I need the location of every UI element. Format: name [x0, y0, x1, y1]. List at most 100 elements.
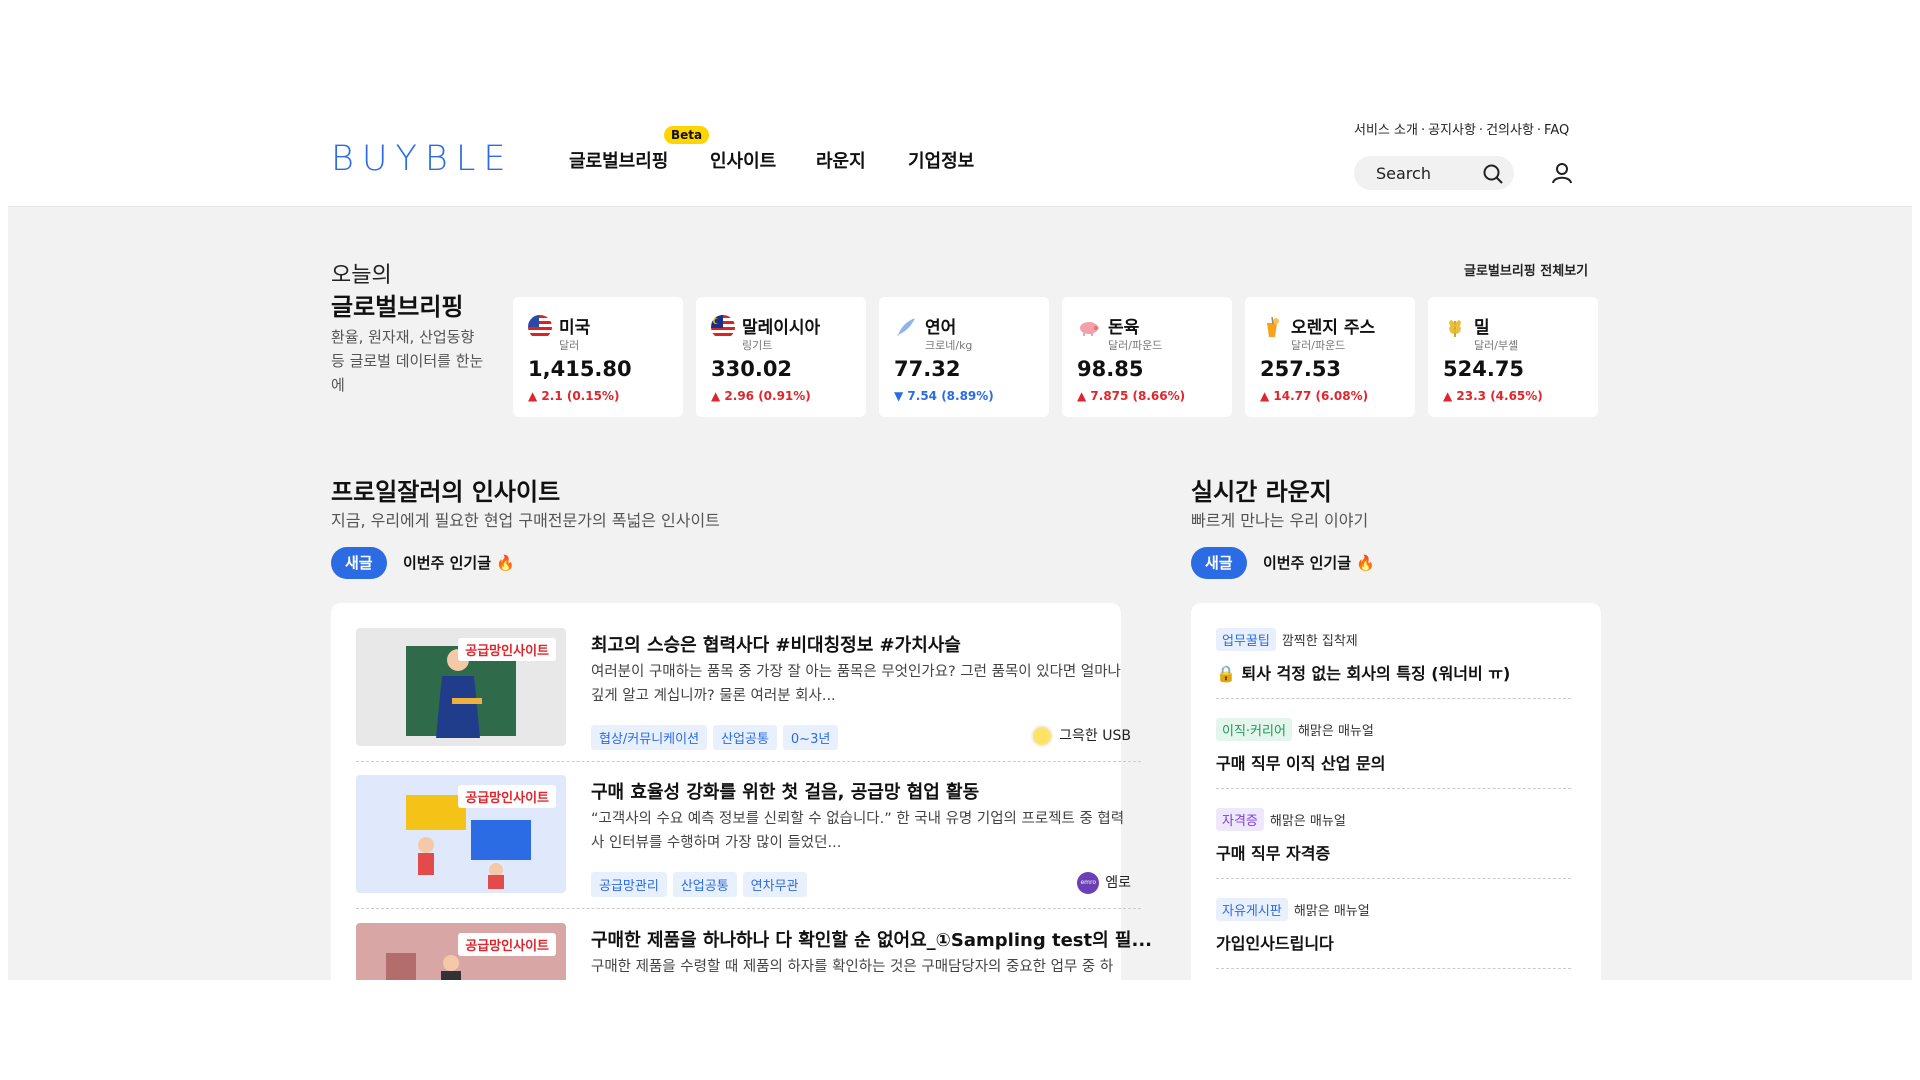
wheat-icon [1443, 315, 1467, 339]
briefing-card-usd[interactable]: 미국 달러 1,415.80 ▲ 2.1 (0.15%) [513, 297, 683, 417]
briefing-card-myr[interactable]: 말레이시아 링기트 330.02 ▲ 2.96 (0.91%) [696, 297, 866, 417]
card-change-value: 14.77 (6.08%) [1273, 389, 1369, 403]
beta-badge: Beta [664, 126, 710, 144]
post-thumbnail[interactable]: 공급망인사이트 [356, 775, 566, 893]
lounge-category[interactable]: 이직·커리어 [1216, 718, 1292, 741]
nav-lounge[interactable]: 라운지 [816, 147, 866, 173]
up-arrow-icon: ▲ [528, 389, 542, 403]
post-excerpt: 구매한 제품을 수령할 때 제품의 하자를 확인하는 것은 구매담당자의 중요한… [591, 959, 1114, 975]
link-suggestion[interactable]: 건의사항 [1486, 123, 1534, 138]
card-change: ▼ 7.54 (8.89%) [894, 389, 994, 403]
briefing-card-orange-juice[interactable]: 오렌지 주스 달러/파운드 257.53 ▲ 14.77 (6.08%) [1245, 297, 1415, 417]
briefing-hello: 오늘의 [331, 263, 392, 288]
lounge-item[interactable]: 자격증 해맑은 매뉴얼 구매 직무 자격증 [1216, 808, 1571, 898]
link-faq[interactable]: FAQ [1544, 123, 1569, 138]
post-thumbnail[interactable]: 공급망인사이트 [356, 628, 566, 746]
lounge-category[interactable]: 업무꿀팁 [1216, 628, 1276, 651]
insights-panel: 공급망인사이트 최고의 스승은 협력사다 #비대칭정보 #가치사슬 여러분이 구… [331, 603, 1152, 980]
main-content: 오늘의 글로벌브리핑 환율, 원자재, 산업동향 등 글로벌 데이터를 한눈에 … [8, 207, 1912, 980]
card-change: ▲ 2.96 (0.91%) [711, 389, 811, 403]
lounge-item[interactable]: 업무꿀팁 깜찍한 집착제 🔒 퇴사 걱정 없는 회사의 특징 (워너비 ㅠ) [1216, 628, 1571, 718]
post-author[interactable]: 그윽한 USB [1031, 725, 1131, 747]
post-title[interactable]: 구매 효율성 강화를 위한 첫 걸음, 공급망 협업 활동 [591, 778, 979, 804]
lounge-item-header: 자격증 해맑은 매뉴얼 [1216, 808, 1346, 831]
divider [356, 908, 1141, 909]
post-tag[interactable]: 협상/커뮤니케이션 [591, 725, 708, 750]
lounge-category[interactable]: 자격증 [1216, 808, 1264, 831]
up-arrow-icon: ▲ [1077, 389, 1091, 403]
post-title[interactable]: 최고의 스승은 협력사다 #비대칭정보 #가치사슬 [591, 631, 961, 657]
lounge-item[interactable]: 자유게시판 해맑은 매뉴얼 가입인사드립니다 [1216, 898, 1571, 980]
card-price: 257.53 [1260, 357, 1342, 381]
lounge-item-header: 자유게시판 해맑은 매뉴얼 [1216, 898, 1370, 921]
card-name: 연어 [925, 318, 957, 338]
card-change: ▲ 7.875 (8.66%) [1077, 389, 1185, 403]
up-arrow-icon: ▲ [1260, 389, 1274, 403]
post-tag[interactable]: 산업공통 [713, 725, 777, 750]
link-notice[interactable]: 공지사항 [1428, 123, 1476, 138]
lounge-item-title[interactable]: 🔒 퇴사 걱정 없는 회사의 특징 (워너비 ㅠ) [1216, 660, 1510, 684]
link-service-intro[interactable]: 서비스 소개 [1354, 123, 1418, 138]
lounge-item[interactable]: 이직·커리어 해맑은 매뉴얼 구매 직무 이직 산업 문의 [1216, 718, 1571, 808]
nav-company-info[interactable]: 기업정보 [908, 147, 974, 173]
card-unit: 달러/파운드 [1108, 339, 1163, 352]
emro-logo: emro [1077, 872, 1100, 894]
card-price: 524.75 [1443, 357, 1525, 381]
briefing-desc: 환율, 원자재, 산업동향 등 글로벌 데이터를 한눈에 [331, 328, 484, 394]
buyble-logo[interactable]: BUYBLE [331, 139, 513, 179]
post-tags: 공급망관리 산업공통 연차무관 [591, 872, 813, 897]
post-item[interactable]: 공급망인사이트 구매한 제품을 하나하나 다 확인할 순 없어요_①Sampli… [356, 923, 1152, 980]
lounge-item-title[interactable]: 구매 직무 자격증 [1216, 840, 1330, 864]
briefing-view-all-link[interactable]: 글로벌브리핑 전체보기 [1464, 260, 1588, 279]
insights-tab-hot[interactable]: 이번주 인기글 🔥 [403, 547, 515, 579]
briefing-card-pork[interactable]: 돈육 달러/파운드 98.85 ▲ 7.875 (8.66%) [1062, 297, 1232, 417]
lounge-author: 해맑은 매뉴얼 [1293, 904, 1370, 919]
insights-tab-new[interactable]: 새글 [331, 547, 387, 579]
lounge-tab-new[interactable]: 새글 [1191, 547, 1247, 579]
briefing-card-salmon[interactable]: 연어 크로네/kg 77.32 ▼ 7.54 (8.89%) [879, 297, 1049, 417]
us-flag-icon [528, 315, 552, 339]
insights-subtitle: 지금, 우리에게 필요한 현업 구매전문가의 폭넓은 인사이트 [331, 511, 720, 530]
post-author[interactable]: emro 엠로 [1077, 872, 1131, 894]
tab-label: 이번주 인기글 [403, 554, 492, 572]
post-tag[interactable]: 0~3년 [782, 725, 839, 750]
post-tag[interactable]: 공급망관리 [591, 872, 667, 897]
nav-global-briefing[interactable]: 글로벌브리핑 [569, 147, 668, 173]
search-icon[interactable] [1482, 163, 1504, 185]
post-item[interactable]: 공급망인사이트 최고의 스승은 협력사다 #비대칭정보 #가치사슬 여러분이 구… [356, 628, 1141, 768]
nav-insight[interactable]: 인사이트 [710, 147, 776, 173]
top-header: BUYBLE 글로벌브리핑 Beta 인사이트 라운지 기업정보 서비스 소개 ·… [8, 110, 1912, 207]
card-price: 1,415.80 [528, 357, 632, 381]
search-input[interactable]: Search [1354, 156, 1514, 190]
post-tag[interactable]: 산업공통 [672, 872, 737, 897]
page: BUYBLE 글로벌브리핑 Beta 인사이트 라운지 기업정보 서비스 소개 ·… [0, 0, 1920, 1080]
user-icon[interactable] [1550, 161, 1574, 185]
post-thumbnail[interactable]: 공급망인사이트 [356, 923, 566, 980]
card-unit: 달러/부셸 [1474, 339, 1519, 352]
divider [1216, 878, 1571, 879]
post-title[interactable]: 구매한 제품을 하나하나 다 확인할 순 없어요_①Sampling test의… [591, 926, 1152, 952]
post-tag[interactable]: 연차무관 [742, 872, 807, 897]
lounge-item-title[interactable]: 가입인사드립니다 [1216, 930, 1334, 954]
card-change: ▲ 14.77 (6.08%) [1260, 389, 1368, 403]
insights-title: 프로일잘러의 인사이트 [331, 478, 561, 506]
divider [1216, 698, 1571, 699]
card-change-value: 7.54 (8.89%) [907, 389, 994, 403]
down-arrow-icon: ▼ [894, 389, 908, 403]
card-name: 말레이시아 [742, 318, 821, 338]
post-badge: 공급망인사이트 [458, 785, 556, 808]
orange-juice-icon [1260, 315, 1284, 339]
fire-icon: 🔥 [496, 554, 515, 572]
card-change-value: 23.3 (4.65%) [1456, 389, 1543, 403]
lounge-item-title[interactable]: 구매 직무 이직 산업 문의 [1216, 750, 1385, 774]
pig-icon [1077, 315, 1101, 339]
briefing-card-wheat[interactable]: 밀 달러/부셸 524.75 ▲ 23.3 (4.65%) [1428, 297, 1598, 417]
post-item[interactable]: 공급망인사이트 구매 효율성 강화를 위한 첫 걸음, 공급망 협업 활동 “고… [356, 775, 1141, 915]
separator: · [1536, 123, 1542, 138]
search-placeholder: Search [1376, 164, 1431, 183]
lounge-category[interactable]: 자유게시판 [1216, 898, 1288, 921]
lounge-tab-hot[interactable]: 이번주 인기글 🔥 [1263, 547, 1375, 579]
up-arrow-icon: ▲ [1443, 389, 1457, 403]
card-price: 77.32 [894, 357, 961, 381]
fire-icon: 🔥 [1356, 554, 1375, 572]
